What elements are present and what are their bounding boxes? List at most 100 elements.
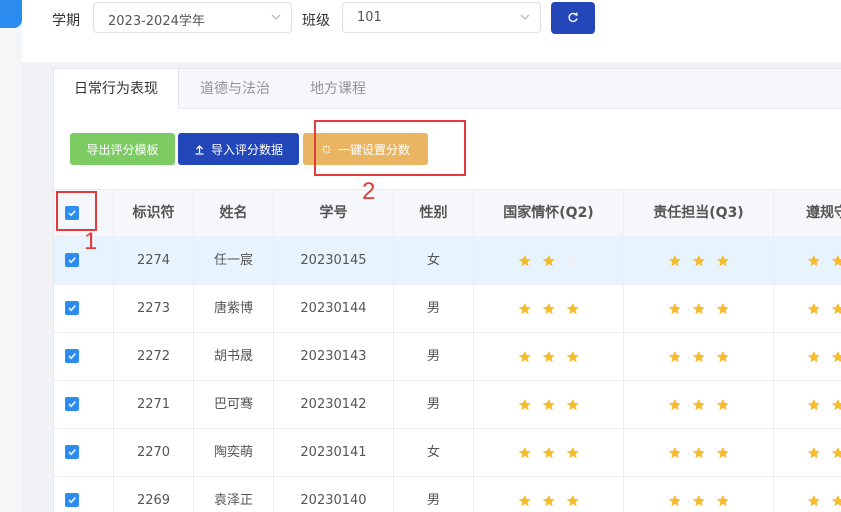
- cell-q4-rating[interactable]: [774, 477, 841, 512]
- cell-q2-rating[interactable]: [474, 285, 624, 332]
- column-header-student-no[interactable]: 学号: [274, 190, 394, 237]
- row-checkbox[interactable]: [65, 493, 79, 507]
- star-icon: [668, 494, 681, 506]
- table-row[interactable]: 2271 巴可骞 20230142 男: [54, 381, 841, 429]
- star-icon: [831, 302, 841, 314]
- star-icon: [807, 494, 820, 506]
- star-icon: [716, 350, 729, 362]
- cell-q2-rating[interactable]: [474, 237, 624, 284]
- import-scores-button[interactable]: 导入评分数据: [178, 133, 299, 165]
- cell-q4-rating[interactable]: [774, 285, 841, 332]
- row-checkbox[interactable]: [65, 397, 79, 411]
- cell-gender: 男: [394, 285, 474, 332]
- row-checkbox-cell: [54, 285, 114, 332]
- table-row[interactable]: 2274 任一宸 20230145 女: [54, 237, 841, 285]
- cell-id: 2271: [114, 381, 194, 428]
- cell-q4-rating[interactable]: [774, 237, 841, 284]
- star-icon: [542, 254, 555, 266]
- check-icon: [68, 305, 76, 312]
- star-icon: [807, 398, 820, 410]
- star-icon: [668, 302, 681, 314]
- cell-student-no: 20230143: [274, 333, 394, 380]
- upload-icon: [195, 144, 204, 155]
- star-icon: [518, 494, 531, 506]
- row-checkbox[interactable]: [65, 445, 79, 459]
- term-label: 学期: [52, 13, 80, 29]
- term-select[interactable]: 2023-2024学年: [93, 2, 292, 33]
- star-icon: [566, 254, 579, 266]
- star-icon: [518, 302, 531, 314]
- star-icon: [807, 350, 820, 362]
- cell-q3-rating[interactable]: [624, 333, 774, 380]
- class-select-value: 101: [357, 10, 382, 25]
- column-header-name[interactable]: 姓名: [194, 190, 274, 237]
- cell-q4-rating[interactable]: [774, 429, 841, 476]
- sidebar-accent: [0, 0, 22, 28]
- cell-id: 2273: [114, 285, 194, 332]
- cell-q4-rating[interactable]: [774, 333, 841, 380]
- column-header-id[interactable]: 标识符: [114, 190, 194, 237]
- table-row[interactable]: 2273 唐紫博 20230144 男: [54, 285, 841, 333]
- filter-bar: 学期 2023-2024学年 班级 101: [22, 0, 841, 62]
- star-icon: [692, 254, 705, 266]
- table-row[interactable]: 2272 胡书晟 20230143 男: [54, 333, 841, 381]
- annotation-box-2: [314, 120, 466, 176]
- cell-q2-rating[interactable]: [474, 381, 624, 428]
- cell-q3-rating[interactable]: [624, 477, 774, 512]
- chevron-down-icon: [271, 14, 281, 20]
- column-header-q2[interactable]: 国家情怀(Q2): [474, 190, 624, 237]
- refresh-button[interactable]: [551, 2, 595, 34]
- cell-q2-rating[interactable]: [474, 429, 624, 476]
- star-icon: [668, 446, 681, 458]
- star-icon: [831, 350, 841, 362]
- cell-q3-rating[interactable]: [624, 381, 774, 428]
- cell-q4-rating[interactable]: [774, 381, 841, 428]
- left-sidebar-edge: [0, 0, 22, 512]
- cell-q3-rating[interactable]: [624, 237, 774, 284]
- row-checkbox[interactable]: [65, 349, 79, 363]
- star-icon: [692, 350, 705, 362]
- column-header-q4[interactable]: 遵规守: [774, 190, 841, 237]
- star-icon: [831, 398, 841, 410]
- check-icon: [68, 353, 76, 360]
- star-icon: [807, 446, 820, 458]
- class-label: 班级: [302, 13, 330, 29]
- star-icon: [518, 350, 531, 362]
- star-icon: [668, 254, 681, 266]
- table-row[interactable]: 2269 袁泽正 20230140 男: [54, 477, 841, 512]
- tab-local-course[interactable]: 地方课程: [291, 69, 385, 109]
- check-icon: [68, 497, 76, 504]
- row-checkbox[interactable]: [65, 253, 79, 267]
- cell-student-no: 20230141: [274, 429, 394, 476]
- cell-student-no: 20230140: [274, 477, 394, 512]
- cell-name: 任一宸: [194, 237, 274, 284]
- annotation-box-1: [56, 191, 97, 231]
- tab-morality-law[interactable]: 道德与法治: [179, 69, 291, 109]
- star-icon: [542, 398, 555, 410]
- star-icon: [831, 494, 841, 506]
- tab-bar: 日常行为表现 道德与法治 地方课程: [54, 69, 841, 110]
- annotation-label-1: 1: [84, 228, 98, 255]
- row-checkbox[interactable]: [65, 301, 79, 315]
- row-checkbox-cell: [54, 477, 114, 512]
- star-icon: [668, 350, 681, 362]
- export-template-button[interactable]: 导出评分模板: [70, 133, 175, 165]
- star-icon: [692, 398, 705, 410]
- cell-q3-rating[interactable]: [624, 429, 774, 476]
- table-row[interactable]: 2270 陶奕萌 20230141 女: [54, 429, 841, 477]
- cell-q2-rating[interactable]: [474, 477, 624, 512]
- row-checkbox-cell: [54, 429, 114, 476]
- star-icon: [518, 446, 531, 458]
- cell-gender: 男: [394, 477, 474, 512]
- cell-q3-rating[interactable]: [624, 285, 774, 332]
- column-header-gender[interactable]: 性别: [394, 190, 474, 237]
- column-header-q3[interactable]: 责任担当(Q3): [624, 190, 774, 237]
- cell-student-no: 20230142: [274, 381, 394, 428]
- star-icon: [807, 254, 820, 266]
- cell-q2-rating[interactable]: [474, 333, 624, 380]
- cell-name: 袁泽正: [194, 477, 274, 512]
- star-icon: [716, 446, 729, 458]
- chevron-down-icon: [520, 14, 530, 20]
- class-select[interactable]: 101: [342, 2, 541, 33]
- tab-daily-behavior[interactable]: 日常行为表现: [54, 69, 179, 110]
